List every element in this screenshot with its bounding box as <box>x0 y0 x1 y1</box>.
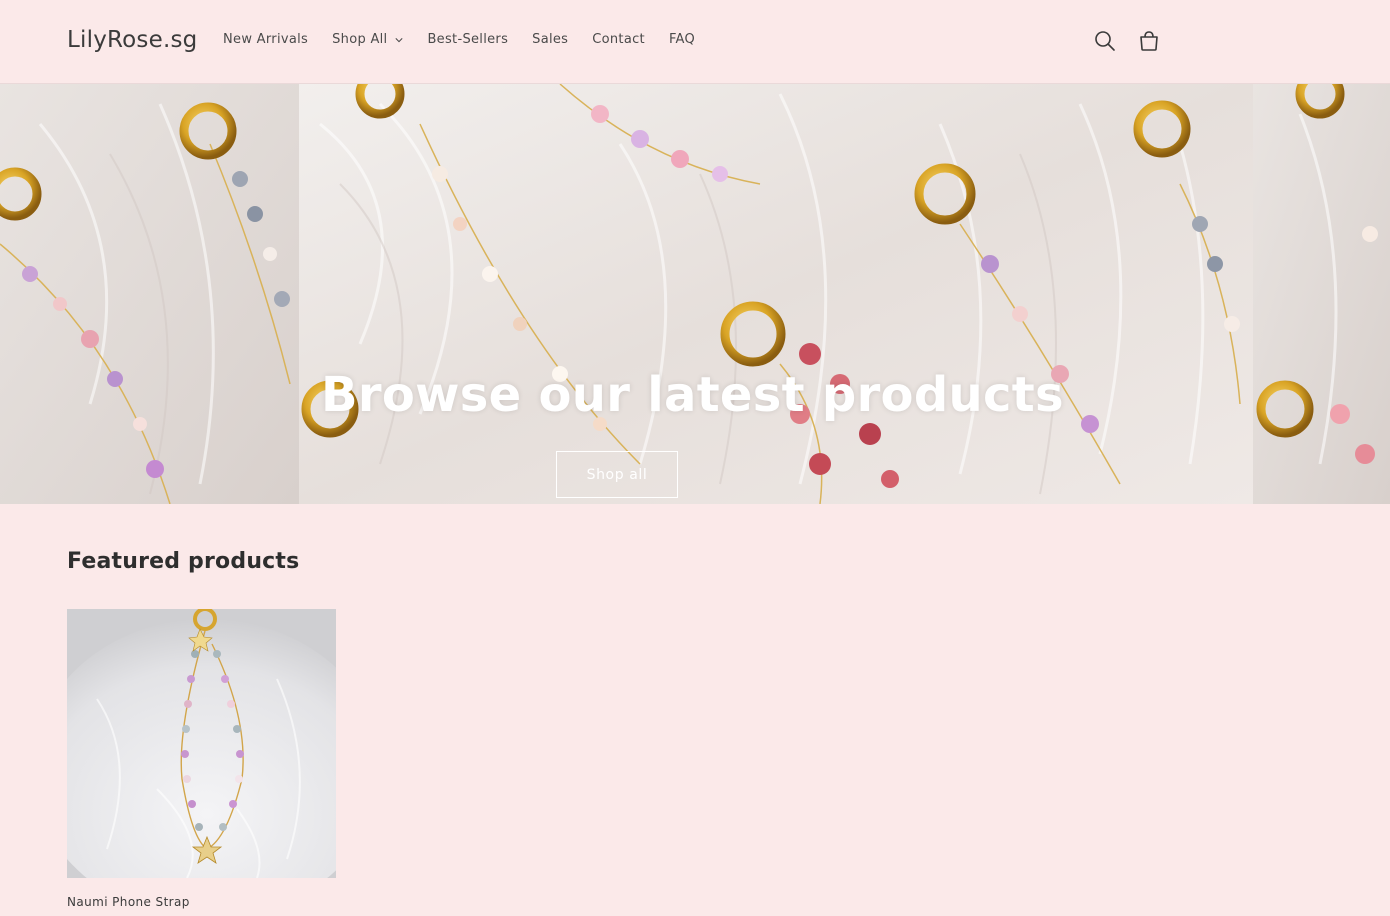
nav-shop-all[interactable]: Shop All <box>332 32 404 47</box>
nav-faq-label: FAQ <box>668 32 696 47</box>
nav-best-sellers-label: Best-Sellers <box>427 32 509 47</box>
chevron-down-icon <box>395 37 404 42</box>
product-card[interactable]: Naumi Phone Strap <box>67 609 336 909</box>
search-icon[interactable] <box>1092 28 1118 54</box>
main-nav: New Arrivals Shop All Best-Sellers Sales… <box>223 32 719 47</box>
nav-new-arrivals[interactable]: New Arrivals <box>223 32 308 47</box>
nav-best-sellers[interactable]: Best-Sellers <box>427 32 508 47</box>
site-logo[interactable]: LilyRose.sg <box>67 27 197 53</box>
nav-shop-all-label: Shop All <box>332 32 388 47</box>
shop-all-button[interactable]: Shop all <box>556 451 678 498</box>
hero-banner: Browse our latest products Shop all <box>0 84 1390 504</box>
nav-contact-label: Contact <box>592 32 645 47</box>
nav-sales[interactable]: Sales <box>532 32 568 47</box>
product-name[interactable]: Naumi Phone Strap <box>67 895 190 909</box>
hero-image <box>0 84 1390 504</box>
site-header: LilyRose.sg New Arrivals Shop All Best-S… <box>0 0 1390 84</box>
nav-contact[interactable]: Contact <box>592 32 645 47</box>
nav-faq[interactable]: FAQ <box>669 32 695 47</box>
cart-icon[interactable] <box>1136 28 1162 54</box>
product-image[interactable] <box>67 609 336 878</box>
featured-products-title: Featured products <box>67 549 300 574</box>
hero-title: Browse our latest products <box>321 367 1064 423</box>
nav-sales-label: Sales <box>532 32 569 47</box>
nav-new-arrivals-label: New Arrivals <box>223 32 309 47</box>
